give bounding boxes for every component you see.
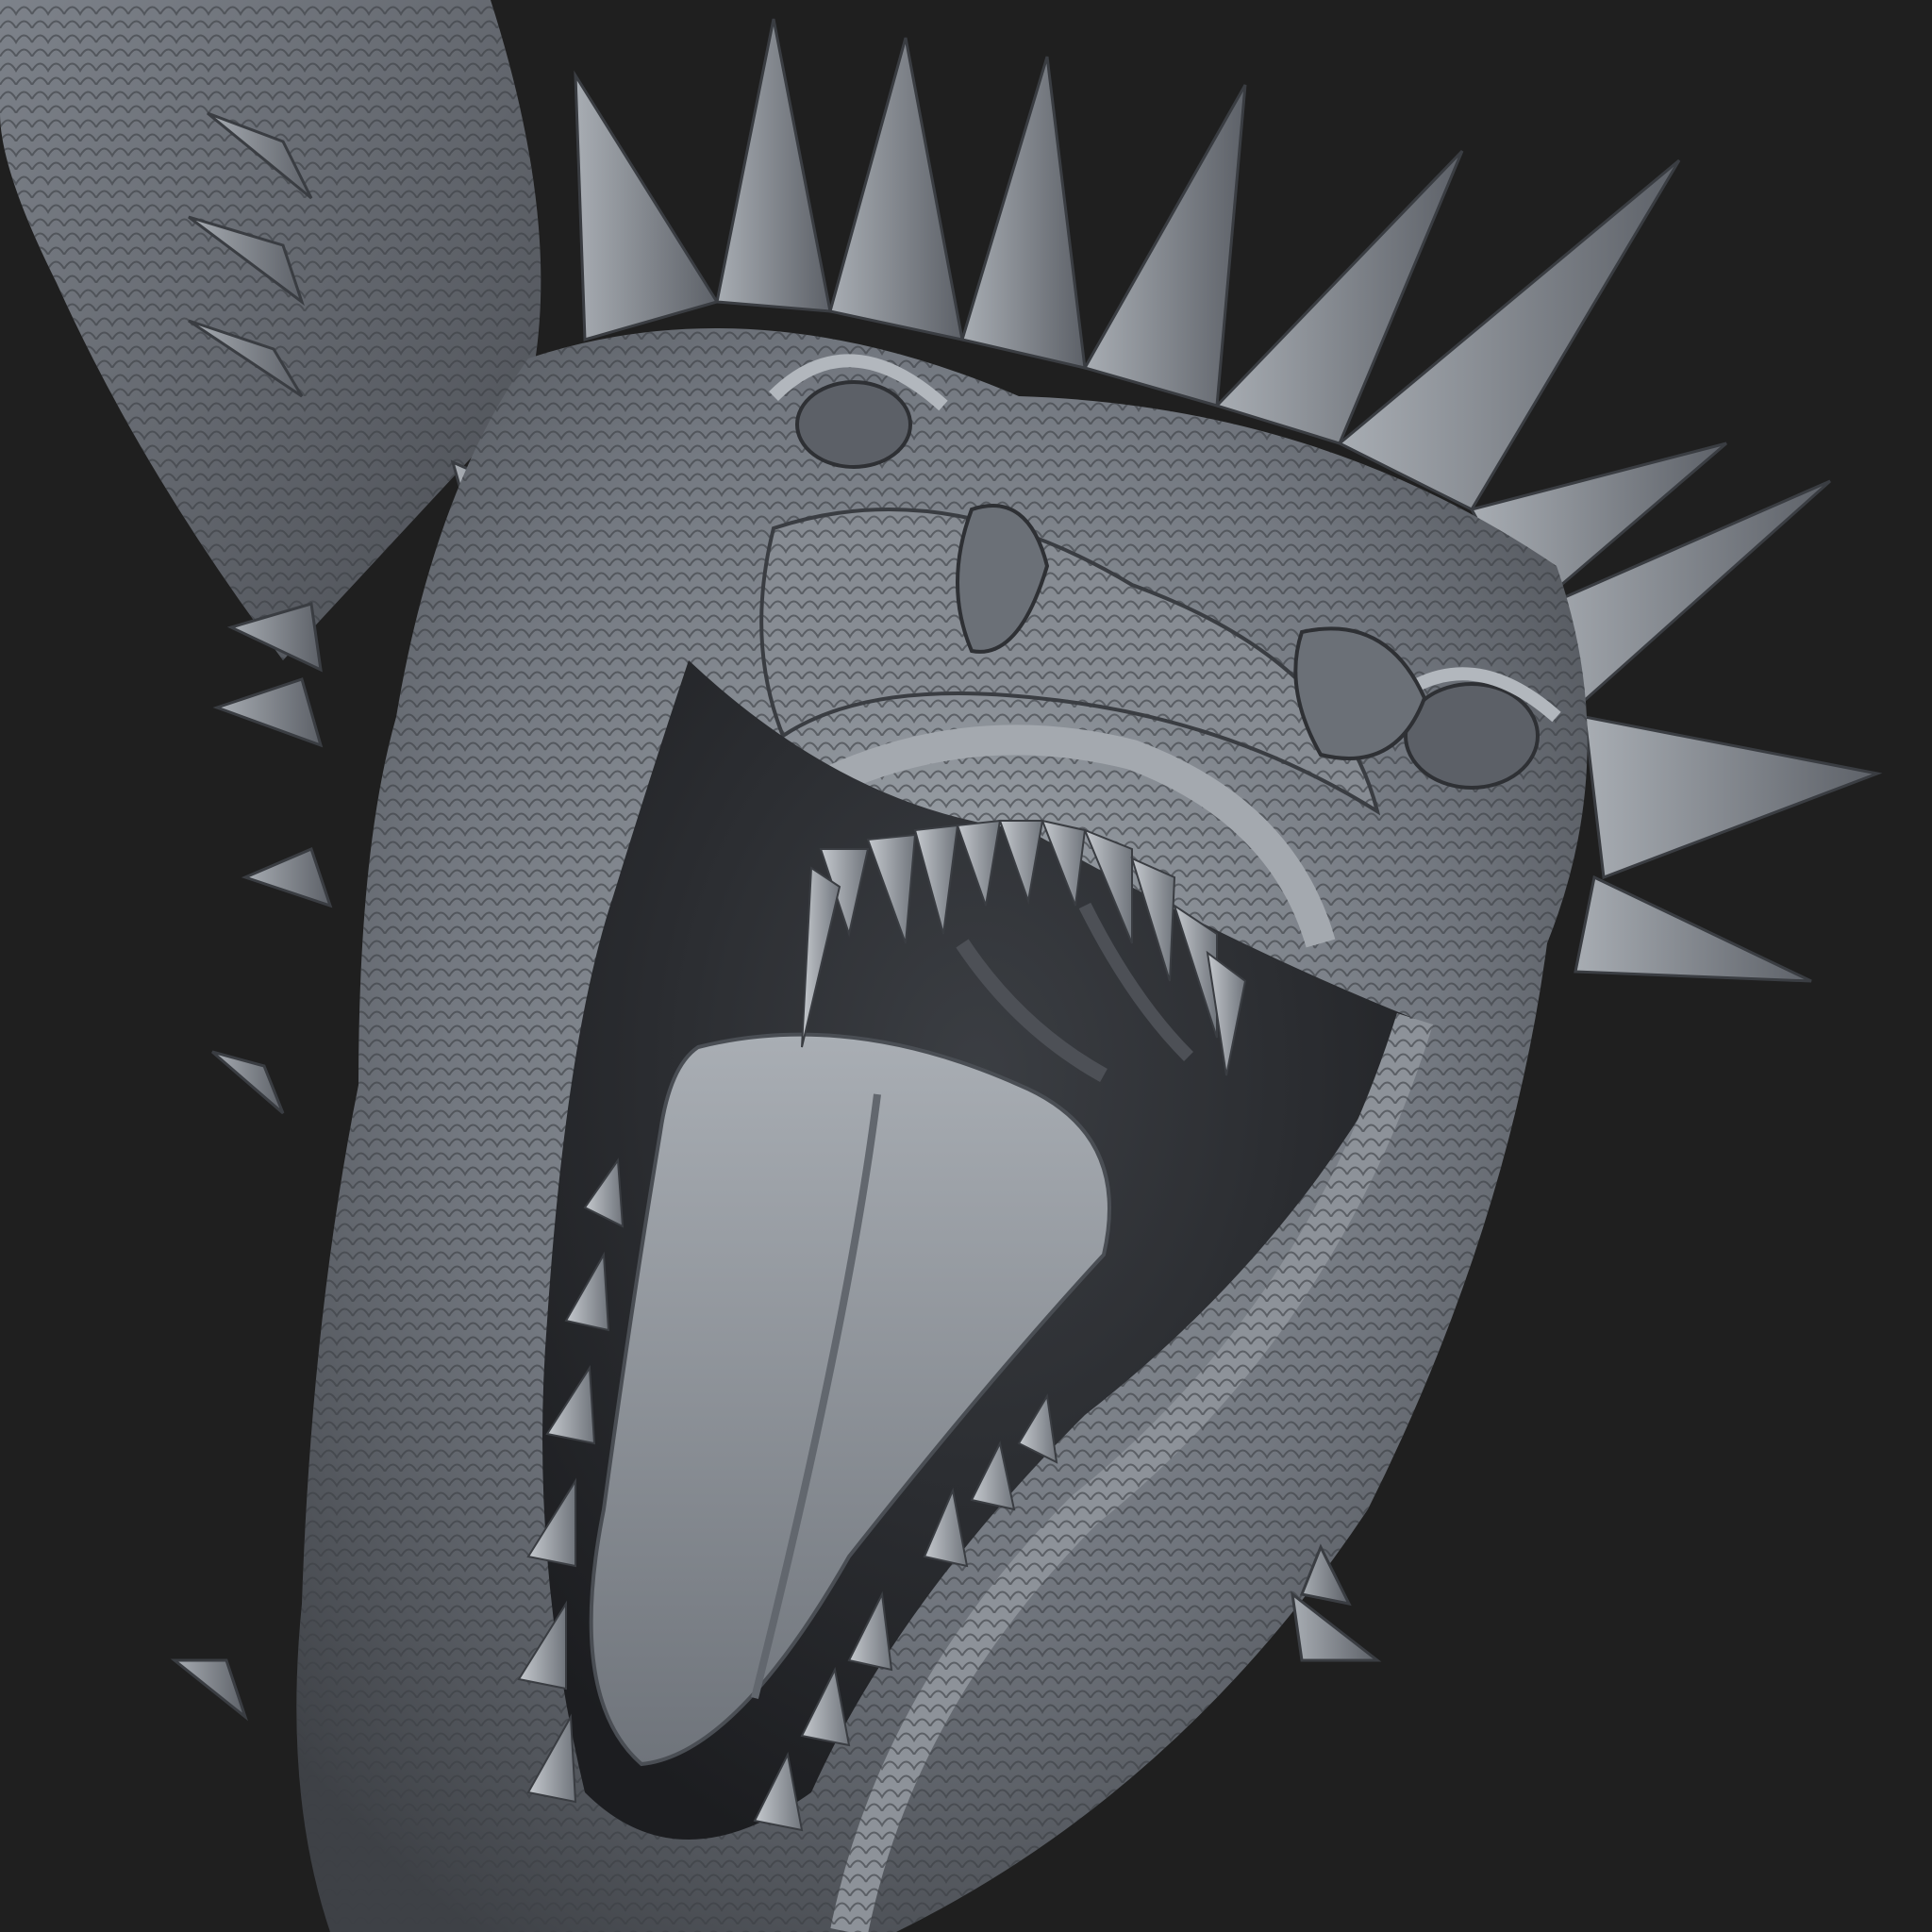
dragon-sculpt-svg [0, 0, 1932, 1932]
dragon-sculpt-render [0, 0, 1932, 1932]
